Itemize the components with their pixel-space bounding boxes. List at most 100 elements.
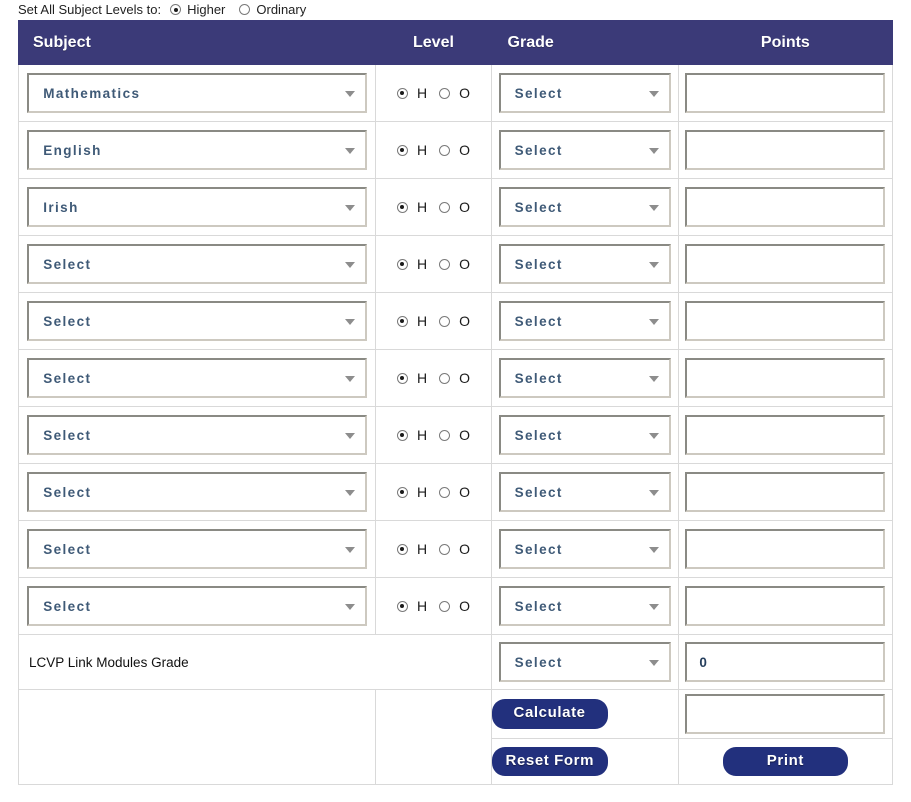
level-ordinary-radio[interactable] [439,258,451,270]
level-higher-radio[interactable] [396,372,408,384]
grade-select[interactable]: Select [498,586,671,626]
subject-select[interactable]: Select [27,586,368,626]
points-input[interactable] [685,244,886,284]
points-input[interactable] [685,472,886,512]
empty-cell [375,689,492,785]
chevron-down-icon [648,604,659,610]
level-ordinary-radio[interactable] [439,144,451,156]
level-higher-radio[interactable] [396,600,408,612]
points-input[interactable] [685,187,886,227]
points-input[interactable] [685,130,886,170]
table-header-row: Subject Level Grade Points [17,20,894,65]
subject-cell: Select [17,349,377,407]
level-ordinary-label: O [459,427,470,443]
subject-cell: Select [17,577,377,635]
level-cell: HO [375,349,492,407]
set-all-levels-bar: Set All Subject Levels to: Higher Ordina… [0,0,911,20]
level-higher-label: H [416,541,428,557]
subject-select[interactable]: Select [27,529,368,569]
grade-select[interactable]: Select [498,415,671,455]
points-input[interactable] [685,529,886,569]
subject-cell: Select [17,406,377,464]
level-ordinary-radio[interactable] [439,87,451,99]
table-body: Mathematics H O Select English H O Select Irish H… [17,64,894,785]
level-ordinary-radio[interactable] [439,372,451,384]
lcvp-grade-select[interactable]: Select [498,642,671,682]
reset-form-button[interactable]: Reset Form [491,746,609,777]
subject-select-value: Irish [43,199,79,215]
level-higher-radio[interactable] [396,486,408,498]
subject-select-value: Select [43,598,92,614]
grade-cell: Select [490,463,679,521]
chevron-down-icon [345,604,356,610]
level-ordinary-radio[interactable] [439,429,451,441]
set-all-ordinary-radio-group[interactable]: Ordinary [239,2,306,17]
level-ordinary-radio[interactable] [439,600,451,612]
table-row: Select H O Select [17,235,894,293]
calculate-button[interactable]: Calculate [491,699,608,729]
points-input[interactable] [685,301,886,341]
set-all-ordinary-radio[interactable] [239,4,251,15]
grade-select[interactable]: Select [498,244,671,284]
set-all-ordinary-label: Ordinary [256,2,307,17]
header-points: Points [677,20,894,65]
points-cell [677,235,894,293]
subject-select[interactable]: English [27,130,368,170]
level-ordinary-radio[interactable] [439,315,451,327]
grade-select[interactable]: Select [498,130,671,170]
level-cell: HO [375,64,492,122]
points-input[interactable] [685,358,886,398]
subject-select[interactable]: Mathematics [27,73,368,113]
grade-select-value: Select [514,484,563,500]
header-grade: Grade [490,20,679,65]
subject-select[interactable]: Select [27,301,368,341]
subject-cell: Select [17,235,377,293]
level-higher-radio[interactable] [396,429,408,441]
level-higher-radio[interactable] [396,201,408,213]
chevron-down-icon [648,319,659,325]
grade-select-value: Select [514,427,563,443]
lcvp-points-input[interactable]: 0 [685,642,886,682]
chevron-down-icon [345,262,356,268]
table-row: Select H O Select [17,406,894,464]
grade-select[interactable]: Select [498,358,671,398]
print-button[interactable]: Print [722,746,848,777]
level-higher-radio[interactable] [396,144,408,156]
set-all-higher-radio-group[interactable]: Higher [170,2,225,17]
level-higher-radio[interactable] [396,258,408,270]
level-higher-radio[interactable] [396,315,408,327]
points-input[interactable] [685,415,886,455]
grade-select[interactable]: Select [498,187,671,227]
grade-select[interactable]: Select [498,472,671,512]
points-input[interactable] [685,73,886,113]
grade-select-value: Select [514,313,563,329]
subject-select[interactable]: Select [27,358,368,398]
points-calculator-table: Subject Level Grade Points Mathematics H O… [17,20,894,785]
chevron-down-icon [648,148,659,154]
level-ordinary-radio[interactable] [439,201,451,213]
set-all-higher-radio[interactable] [170,4,182,15]
points-cell [677,121,894,179]
level-ordinary-label: O [459,199,470,215]
grade-select-value: Select [514,85,563,101]
grade-select-value: Select [514,256,563,272]
subject-select[interactable]: Select [27,472,368,512]
calculate-cell: Calculate [490,689,679,739]
grade-select[interactable]: Select [498,529,671,569]
level-higher-label: H [416,427,428,443]
total-points-input[interactable] [685,694,886,734]
level-higher-radio[interactable] [396,543,408,555]
subject-select-value: English [43,142,102,158]
subject-select[interactable]: Select [27,244,368,284]
lcvp-row: LCVP Link Modules Grade Select 0 [18,634,894,690]
grade-select[interactable]: Select [498,301,671,341]
points-input[interactable] [685,586,886,626]
subject-select[interactable]: Irish [27,187,368,227]
grade-select[interactable]: Select [498,73,671,113]
level-higher-radio[interactable] [396,87,408,99]
level-ordinary-radio[interactable] [439,543,451,555]
subject-select[interactable]: Select [27,415,368,455]
table-row: Select H O Select [17,577,894,635]
level-ordinary-radio[interactable] [439,486,451,498]
level-higher-label: H [416,256,428,272]
